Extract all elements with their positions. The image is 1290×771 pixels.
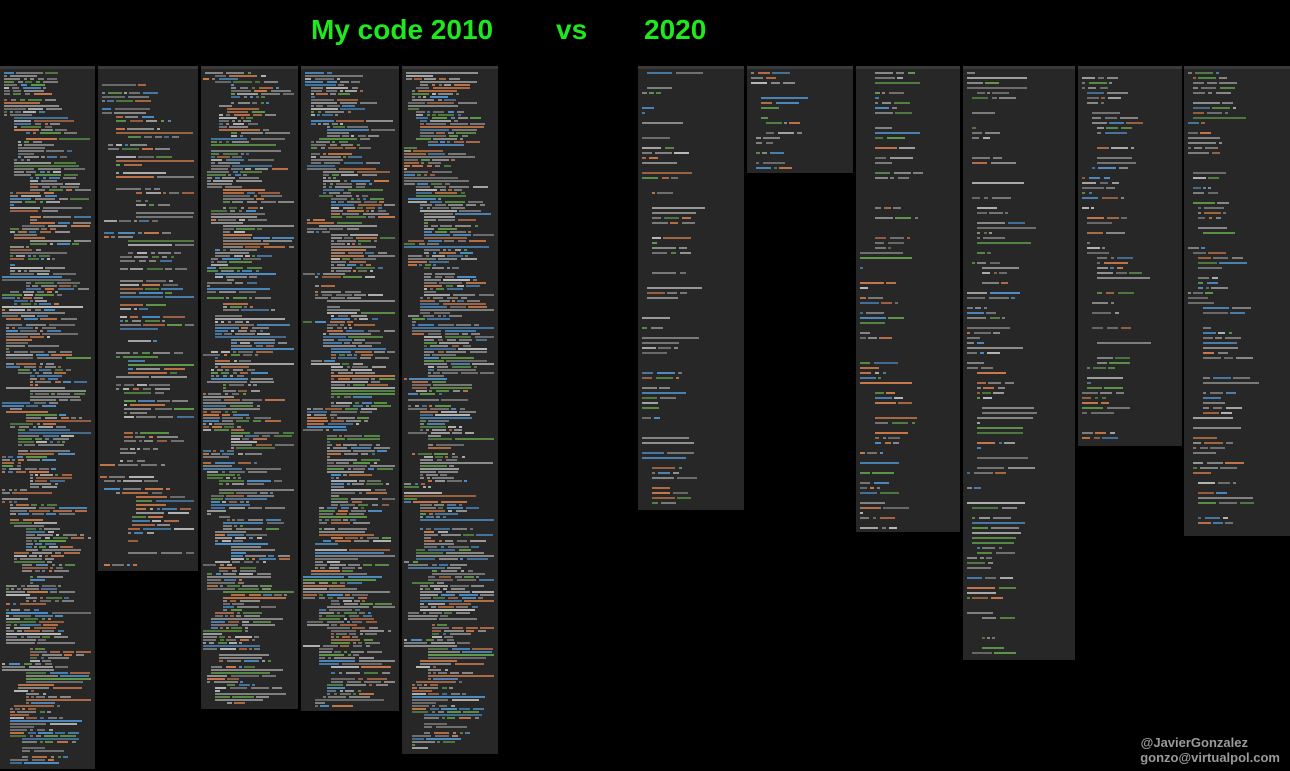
code-page-2010-3: [201, 66, 298, 709]
code-page-2020-3: [856, 66, 960, 532]
credit-email: gonzo@virtualpol.com: [1140, 750, 1280, 765]
code-page-2010-5: [402, 66, 498, 754]
title-vs: vs: [556, 14, 588, 45]
code-page-2020-6: [1184, 66, 1290, 536]
code-page-2020-4: [963, 66, 1075, 660]
code-page-2020-1: [638, 66, 744, 510]
title-2020: 2020: [644, 14, 707, 45]
code-page-2020-5: [1078, 66, 1182, 446]
screenshot-canvas: My code 2010 vs 2020 @JavierGonzalez gon…: [0, 0, 1290, 771]
title-2010: My code 2010: [311, 14, 494, 45]
code-page-2010-4: [301, 66, 399, 711]
credit-handle: @JavierGonzalez: [1140, 735, 1248, 750]
code-page-2020-2: [747, 66, 853, 173]
code-page-2010-2: [98, 66, 198, 571]
code-page-2010-1: [0, 66, 95, 769]
